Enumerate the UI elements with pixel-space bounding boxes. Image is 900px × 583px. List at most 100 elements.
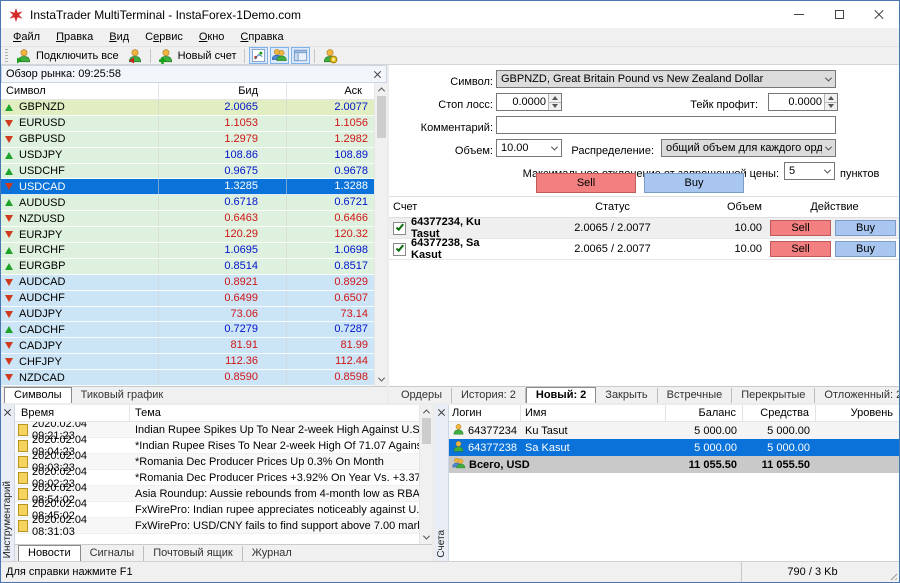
stop-loss-input[interactable] <box>496 93 562 111</box>
orders-column-Счет[interactable]: Счет <box>389 201 510 213</box>
minimize-icon[interactable] <box>779 1 819 28</box>
column-time[interactable]: Время <box>15 405 130 421</box>
symbol-cell: CADCHF <box>1 322 159 337</box>
market-watch-row[interactable]: USDCHF0.96750.9678 <box>1 164 374 180</box>
tab-Отложенный: 2[interactable]: Отложенный: 2 <box>815 388 899 403</box>
tab-Символы[interactable]: Символы <box>4 387 72 404</box>
tab-История: 2[interactable]: История: 2 <box>452 388 526 403</box>
take-profit-input[interactable] <box>768 93 838 111</box>
tab-Ордеры[interactable]: Ордеры <box>392 388 452 403</box>
menu-item-Вид[interactable]: Вид <box>101 30 137 44</box>
accounts-column-Имя[interactable]: Имя <box>521 405 666 421</box>
accounts-toggle-button[interactable] <box>270 47 289 64</box>
tab-Новости[interactable]: Новости <box>18 545 81 562</box>
scrollbar-thumb[interactable] <box>377 96 386 138</box>
bid-cell: 1.2979 <box>159 132 287 147</box>
buy-button[interactable]: Buy <box>644 173 744 193</box>
orders-column-Действие[interactable]: Действие <box>767 201 899 213</box>
comment-input[interactable] <box>496 116 836 134</box>
column-bid[interactable]: Бид <box>159 83 287 99</box>
menu-item-Справка[interactable]: Справка <box>232 30 291 44</box>
market-watch-toggle-button[interactable] <box>249 47 268 64</box>
market-watch-row[interactable]: CADJPY81.9181.99 <box>1 338 374 354</box>
symbol-select[interactable]: GBPNZD, Great Britain Pound vs New Zeala… <box>496 70 836 88</box>
distribution-select[interactable]: общий объем для каждого ордера <box>661 139 836 157</box>
market-watch-row[interactable]: NZDUSD0.64630.6466 <box>1 211 374 227</box>
sell-button[interactable]: Sell <box>536 173 636 193</box>
close-panel-icon[interactable] <box>437 408 446 417</box>
market-watch-row[interactable]: NZDCAD0.85900.8598 <box>1 370 374 386</box>
tab-Журнал[interactable]: Журнал <box>243 546 301 561</box>
spin-up-icon[interactable] <box>825 94 837 102</box>
accounts-column-Средства[interactable]: Средства <box>743 405 816 421</box>
row-buy-button[interactable]: Buy <box>835 241 896 257</box>
tab-Закрыть[interactable]: Закрыть <box>596 388 657 403</box>
account-row[interactable]: 64377238Sa Kasut5 000.005 000.00 <box>449 439 899 456</box>
accounts-column-Логин[interactable]: Логин <box>449 405 521 421</box>
column-symbol[interactable]: Символ <box>1 83 159 99</box>
menu-item-Сервис[interactable]: Сервис <box>137 30 191 44</box>
scroll-up-icon[interactable] <box>375 83 387 96</box>
market-watch-row[interactable]: AUDJPY73.0673.14 <box>1 307 374 323</box>
deviation-select[interactable]: 5 <box>784 162 835 180</box>
toolbox-toggle-button[interactable] <box>291 47 310 64</box>
scroll-down-icon[interactable] <box>420 531 432 544</box>
column-ask[interactable]: Аск <box>287 83 374 99</box>
accounts-column-Уровень[interactable]: Уровень <box>816 405 899 421</box>
take-profit-field[interactable] <box>769 94 824 110</box>
tab-Перекрытые[interactable]: Перекрытые <box>732 388 815 403</box>
tab-Тиковый график[interactable]: Тиковый график <box>72 388 173 403</box>
row-sell-button[interactable]: Sell <box>770 220 831 236</box>
maximize-icon[interactable] <box>819 1 859 28</box>
market-watch-row[interactable]: CHFJPY112.36112.44 <box>1 354 374 370</box>
menu-item-Окно[interactable]: Окно <box>191 30 233 44</box>
market-watch-row[interactable]: EURJPY120.29120.32 <box>1 227 374 243</box>
menu-item-Файл[interactable]: Файл <box>5 30 48 44</box>
market-watch-row[interactable]: AUDUSD0.67180.6721 <box>1 195 374 211</box>
new-account-button[interactable]: Новый счет <box>154 47 241 64</box>
market-watch-row[interactable]: USDCAD1.32851.3288 <box>1 179 374 195</box>
orders-column-Объем[interactable]: Объем <box>715 201 767 213</box>
market-watch-row[interactable]: AUDCAD0.89210.8929 <box>1 275 374 291</box>
spin-down-icon[interactable] <box>549 102 561 111</box>
toolbox-vertical-label: Инструментарий <box>2 481 13 558</box>
scroll-up-icon[interactable] <box>420 405 432 418</box>
scrollbar-thumb[interactable] <box>422 418 431 444</box>
disconnect-all-button[interactable] <box>123 47 147 64</box>
news-row[interactable]: 2020.02.04 08:31:03FxWirePro: USD/CNY fa… <box>15 518 419 534</box>
spin-down-icon[interactable] <box>825 102 837 111</box>
close-panel-icon[interactable] <box>3 408 12 417</box>
scroll-down-icon[interactable] <box>375 373 387 386</box>
row-buy-button[interactable]: Buy <box>835 220 896 236</box>
close-icon[interactable] <box>859 1 899 28</box>
market-watch-row[interactable]: GBPUSD1.29791.2982 <box>1 132 374 148</box>
market-watch-row[interactable]: USDJPY108.86108.89 <box>1 148 374 164</box>
menu-item-Правка[interactable]: Правка <box>48 30 101 44</box>
column-topic[interactable]: Тема <box>130 405 419 421</box>
tab-Почтовый ящик[interactable]: Почтовый ящик <box>144 546 242 561</box>
market-watch-row[interactable]: EURGBP0.85140.8517 <box>1 259 374 275</box>
order-checkbox[interactable] <box>393 222 406 235</box>
market-watch-row[interactable]: EURUSD1.10531.1056 <box>1 116 374 132</box>
account-row[interactable]: 64377234Ku Tasut5 000.005 000.00 <box>449 422 899 439</box>
market-watch-row[interactable]: AUDCHF0.64990.6507 <box>1 291 374 307</box>
tab-Новый: 2[interactable]: Новый: 2 <box>526 387 596 404</box>
market-watch-row[interactable]: GBPNZD2.00652.0077 <box>1 100 374 116</box>
row-sell-button[interactable]: Sell <box>770 241 831 257</box>
orders-row[interactable]: 64377238, Sa Kasut2.0065 / 2.007710.00Se… <box>389 239 899 260</box>
orders-row[interactable]: 64377234, Ku Tasut2.0065 / 2.007710.00Se… <box>389 218 899 239</box>
resize-grip-icon[interactable] <box>883 562 899 582</box>
connect-all-button[interactable]: Подключить все <box>12 47 123 64</box>
orders-column-Статус[interactable]: Статус <box>510 201 715 213</box>
market-watch-row[interactable]: EURCHF1.06951.0698 <box>1 243 374 259</box>
tab-Сигналы[interactable]: Сигналы <box>81 546 145 561</box>
market-watch-row[interactable]: CADCHF0.72790.7287 <box>1 322 374 338</box>
close-panel-icon[interactable] <box>373 70 382 79</box>
tab-Встречные[interactable]: Встречные <box>658 388 733 403</box>
account-settings-button[interactable] <box>318 47 342 64</box>
toolbar-grip[interactable] <box>5 49 8 62</box>
spin-up-icon[interactable] <box>549 94 561 102</box>
stop-loss-field[interactable] <box>497 94 548 110</box>
order-checkbox[interactable] <box>393 243 406 256</box>
accounts-column-Баланс[interactable]: Баланс <box>666 405 743 421</box>
